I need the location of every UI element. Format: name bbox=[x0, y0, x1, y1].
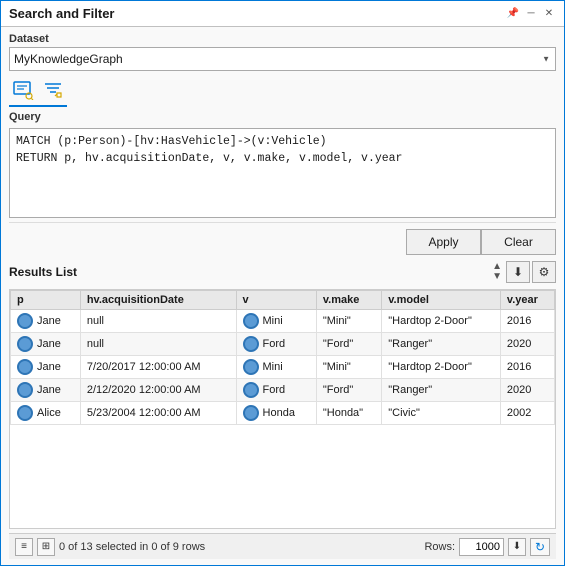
filter-toolbar-button[interactable] bbox=[39, 77, 67, 103]
minimize-button[interactable]: ─ bbox=[524, 7, 538, 21]
table-row[interactable]: Jane7/20/2017 12:00:00 AMMini"Mini""Hard… bbox=[11, 356, 555, 379]
status-bar: ≡ ⊞ 0 of 13 selected in 0 of 9 rows Rows… bbox=[9, 533, 556, 559]
apply-clear-row: Apply Clear bbox=[9, 222, 556, 257]
query-icon bbox=[12, 80, 34, 100]
col-header-hv-date[interactable]: hv.acquisitionDate bbox=[80, 291, 236, 310]
table-row[interactable]: Alice5/23/2004 12:00:00 AMHonda"Honda""C… bbox=[11, 402, 555, 425]
sort-down-icon: ▼ bbox=[492, 272, 502, 282]
toolbar-icons bbox=[9, 75, 67, 107]
cell-p: Alice bbox=[11, 402, 81, 425]
rows-input[interactable] bbox=[459, 538, 504, 556]
query-section: Query bbox=[9, 111, 556, 218]
filter-icon bbox=[42, 80, 64, 100]
cell-vmake: "Honda" bbox=[316, 402, 381, 425]
table-view-button[interactable]: ≡ bbox=[15, 538, 33, 556]
col-header-vmodel[interactable]: v.model bbox=[382, 291, 501, 310]
query-toolbar-button[interactable] bbox=[9, 77, 37, 103]
cell-p: Jane bbox=[11, 379, 81, 402]
cell-vmodel: "Hardtop 2-Door" bbox=[382, 310, 501, 333]
main-content: Dataset MyKnowledgeGraph bbox=[1, 27, 564, 565]
dataset-section: Dataset MyKnowledgeGraph bbox=[9, 33, 556, 71]
pin-button[interactable]: 📌 bbox=[506, 7, 520, 21]
col-header-vyear[interactable]: v.year bbox=[500, 291, 554, 310]
results-toolbar: ▲ ▼ ⬇ ⚙ bbox=[492, 261, 556, 283]
rows-label: Rows: bbox=[424, 541, 455, 553]
cell-v: Ford bbox=[236, 333, 316, 356]
scroll-down-button[interactable]: ⬇ bbox=[508, 538, 526, 556]
settings-results-button[interactable]: ⚙ bbox=[532, 261, 556, 283]
results-table: p hv.acquisitionDate v v.make v.model v.… bbox=[10, 290, 555, 425]
download-results-button[interactable]: ⬇ bbox=[506, 261, 530, 283]
close-button[interactable]: ✕ bbox=[542, 7, 556, 21]
cell-p: Jane bbox=[11, 356, 81, 379]
query-label: Query bbox=[9, 111, 556, 123]
results-label: Results List bbox=[9, 265, 77, 279]
cell-vmake: "Ford" bbox=[316, 379, 381, 402]
col-header-vmake[interactable]: v.make bbox=[316, 291, 381, 310]
cell-vmodel: "Civic" bbox=[382, 402, 501, 425]
cell-vmake: "Ford" bbox=[316, 333, 381, 356]
status-right: Rows: ⬇ ↻ bbox=[424, 538, 550, 556]
dataset-label: Dataset bbox=[9, 33, 556, 45]
cell-vmodel: "Ranger" bbox=[382, 379, 501, 402]
table-row[interactable]: JanenullFord"Ford""Ranger"2020 bbox=[11, 333, 555, 356]
table-row[interactable]: Jane2/12/2020 12:00:00 AMFord"Ford""Rang… bbox=[11, 379, 555, 402]
apply-button[interactable]: Apply bbox=[406, 229, 481, 255]
cell-vyear: 2020 bbox=[500, 379, 554, 402]
table-row[interactable]: JanenullMini"Mini""Hardtop 2-Door"2016 bbox=[11, 310, 555, 333]
cell-vyear: 2016 bbox=[500, 310, 554, 333]
cell-date: 5/23/2004 12:00:00 AM bbox=[80, 402, 236, 425]
cell-vmake: "Mini" bbox=[316, 310, 381, 333]
cell-v: Mini bbox=[236, 310, 316, 333]
title-bar: Search and Filter 📌 ─ ✕ bbox=[1, 1, 564, 27]
col-header-v[interactable]: v bbox=[236, 291, 316, 310]
cell-date: null bbox=[80, 310, 236, 333]
window-title: Search and Filter bbox=[9, 6, 114, 21]
cell-vyear: 2020 bbox=[500, 333, 554, 356]
cell-date: null bbox=[80, 333, 236, 356]
results-header: Results List ▲ ▼ ⬇ ⚙ bbox=[9, 261, 556, 283]
table-scroll-area: p hv.acquisitionDate v v.make v.model v.… bbox=[10, 290, 555, 528]
clear-button[interactable]: Clear bbox=[481, 229, 556, 255]
list-view-button[interactable]: ⊞ bbox=[37, 538, 55, 556]
dataset-select-wrapper: MyKnowledgeGraph bbox=[9, 47, 556, 71]
cell-date: 7/20/2017 12:00:00 AM bbox=[80, 356, 236, 379]
cell-date: 2/12/2020 12:00:00 AM bbox=[80, 379, 236, 402]
cell-vyear: 2016 bbox=[500, 356, 554, 379]
cell-v: Honda bbox=[236, 402, 316, 425]
results-table-wrapper: p hv.acquisitionDate v v.make v.model v.… bbox=[9, 289, 556, 529]
status-text: 0 of 13 selected in 0 of 9 rows bbox=[59, 541, 205, 553]
status-left: ≡ ⊞ 0 of 13 selected in 0 of 9 rows bbox=[15, 538, 205, 556]
cell-v: Mini bbox=[236, 356, 316, 379]
cell-vyear: 2002 bbox=[500, 402, 554, 425]
cell-v: Ford bbox=[236, 379, 316, 402]
table-inner[interactable]: p hv.acquisitionDate v v.make v.model v.… bbox=[10, 290, 555, 528]
cell-vmake: "Mini" bbox=[316, 356, 381, 379]
cell-p: Jane bbox=[11, 333, 81, 356]
col-header-p[interactable]: p bbox=[11, 291, 81, 310]
title-controls: 📌 ─ ✕ bbox=[506, 7, 556, 21]
search-filter-window: Search and Filter 📌 ─ ✕ Dataset MyKnowle… bbox=[0, 0, 565, 566]
sort-arrows: ▲ ▼ bbox=[492, 262, 502, 282]
cell-vmodel: "Ranger" bbox=[382, 333, 501, 356]
dataset-select[interactable]: MyKnowledgeGraph bbox=[9, 47, 556, 71]
refresh-button[interactable]: ↻ bbox=[530, 538, 550, 556]
cell-vmodel: "Hardtop 2-Door" bbox=[382, 356, 501, 379]
cell-p: Jane bbox=[11, 310, 81, 333]
query-textarea[interactable] bbox=[9, 128, 556, 218]
